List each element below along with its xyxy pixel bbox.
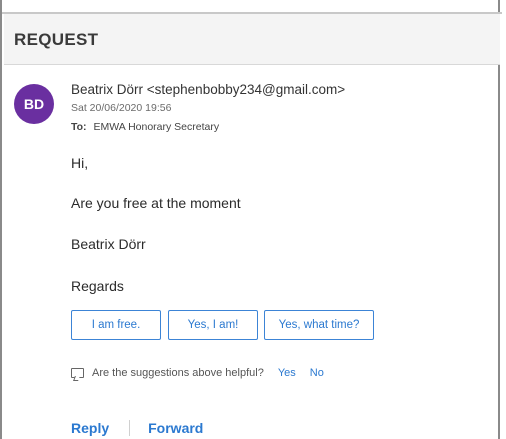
email-subject: REQUEST <box>14 30 99 49</box>
sender-name[interactable]: Beatrix Dörr <stephenbobby234@gmail.com> <box>71 82 345 97</box>
feedback-yes-link[interactable]: Yes <box>278 367 296 379</box>
to-label: To: <box>71 121 87 133</box>
subject-header: REQUEST <box>4 14 500 65</box>
forward-button[interactable]: Forward <box>148 420 203 436</box>
suggested-reply-button[interactable]: Yes, what time? <box>264 310 374 340</box>
suggested-reply-button[interactable]: I am free. <box>71 310 161 340</box>
feedback-question: Are the suggestions above helpful? <box>92 367 264 379</box>
suggestions-feedback: Are the suggestions above helpful? Yes N… <box>71 367 324 379</box>
recipient-row: To: EMWA Honorary Secretary <box>71 121 219 133</box>
recipient-name[interactable]: EMWA Honorary Secretary <box>93 121 219 133</box>
sent-date: Sat 20/06/2020 19:56 <box>71 102 172 114</box>
reply-button[interactable]: Reply <box>71 420 109 436</box>
suggested-reply-button[interactable]: Yes, I am! <box>168 310 258 340</box>
body-line-3: Regards <box>71 278 124 294</box>
reply-actions: Reply Forward <box>71 420 203 436</box>
action-divider <box>129 420 131 436</box>
feedback-icon <box>71 368 84 378</box>
body-line-1: Are you free at the moment <box>71 195 241 211</box>
body-greeting: Hi, <box>71 155 89 171</box>
feedback-no-link[interactable]: No <box>310 367 324 379</box>
body-line-2: Beatrix Dörr <box>71 236 146 252</box>
sender-avatar[interactable]: BD <box>14 84 54 124</box>
email-reading-pane: REQUEST BD Beatrix Dörr <stephenbobby234… <box>0 0 502 439</box>
